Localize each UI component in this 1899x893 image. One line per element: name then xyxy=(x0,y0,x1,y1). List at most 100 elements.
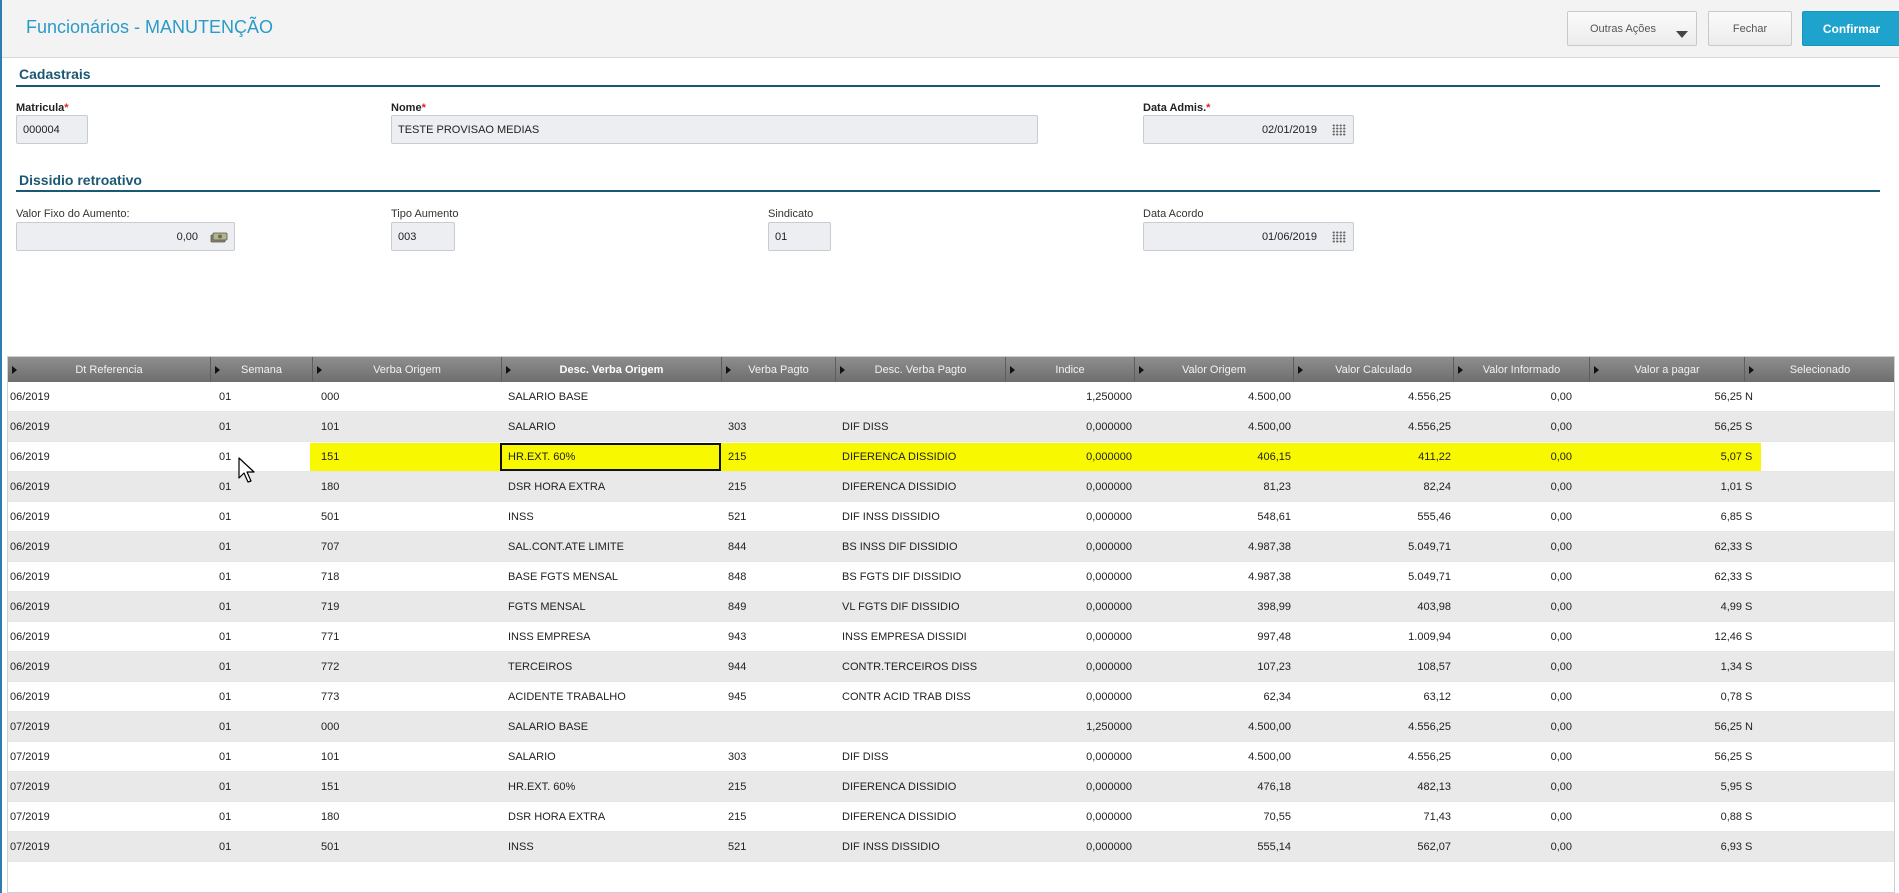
table-cell[interactable]: 101 xyxy=(321,412,502,442)
calendar-icon[interactable] xyxy=(1332,124,1346,136)
table-cell[interactable]: 01 xyxy=(219,442,313,472)
table-cell[interactable]: 0,00 xyxy=(1454,412,1572,442)
table-cell[interactable]: INSS xyxy=(508,502,722,532)
table-cell[interactable]: 0,000000 xyxy=(1006,412,1132,442)
table-cell[interactable]: 945 xyxy=(728,682,836,712)
column-sort-arrow-icon[interactable] xyxy=(215,366,220,374)
table-cell[interactable]: 4.500,00 xyxy=(1135,712,1291,742)
table-row[interactable]: 06/2019 01 707 SAL.CONT.ATE LIMITE 844 BS INS… xyxy=(8,532,1894,562)
table-cell[interactable]: 303 xyxy=(728,412,836,442)
table-cell[interactable]: 849 xyxy=(728,592,836,622)
table-cell[interactable]: 4.987,38 xyxy=(1135,532,1291,562)
table-cell[interactable]: 01 xyxy=(219,382,313,412)
table-cell[interactable]: 07/2019 xyxy=(10,712,211,742)
table-cell[interactable]: SALARIO xyxy=(508,412,722,442)
table-cell[interactable]: 0,000000 xyxy=(1006,592,1132,622)
column-header[interactable]: Dt Referencia xyxy=(8,357,211,382)
table-cell[interactable]: SALARIO xyxy=(508,742,722,772)
table-cell[interactable]: 06/2019 xyxy=(10,412,211,442)
table-cell[interactable]: S xyxy=(1745,472,1805,502)
tipo-aumento-field[interactable]: 003 xyxy=(391,222,455,251)
table-cell[interactable] xyxy=(728,712,836,742)
table-cell[interactable]: BS FGTS DIF DISSIDIO xyxy=(842,562,1006,592)
table-cell[interactable]: 0,000000 xyxy=(1006,532,1132,562)
table-cell[interactable]: 000 xyxy=(321,712,502,742)
table-cell[interactable]: 5,95 xyxy=(1590,772,1742,802)
table-cell[interactable]: 71,43 xyxy=(1294,802,1451,832)
table-cell[interactable]: S xyxy=(1745,532,1805,562)
table-cell[interactable]: 521 xyxy=(728,502,836,532)
confirmar-button[interactable]: Confirmar xyxy=(1802,11,1899,46)
table-cell[interactable]: S xyxy=(1745,742,1805,772)
table-cell[interactable]: DSR HORA EXTRA xyxy=(508,472,722,502)
table-cell[interactable]: 01 xyxy=(219,652,313,682)
table-cell[interactable]: 12,46 xyxy=(1590,622,1742,652)
table-cell[interactable]: 01 xyxy=(219,472,313,502)
table-cell[interactable]: 0,000000 xyxy=(1006,502,1132,532)
table-cell[interactable] xyxy=(728,382,836,412)
table-cell[interactable]: S xyxy=(1745,652,1805,682)
table-cell[interactable]: VL FGTS DIF DISSIDIO xyxy=(842,592,1006,622)
table-cell[interactable]: DIFERENCA DISSIDIO xyxy=(842,772,1006,802)
table-cell[interactable] xyxy=(842,712,1006,742)
table-cell[interactable]: 0,78 xyxy=(1590,682,1742,712)
table-cell[interactable]: 562,07 xyxy=(1294,832,1451,862)
table-cell[interactable]: 772 xyxy=(321,652,502,682)
table-cell[interactable]: 0,000000 xyxy=(1006,472,1132,502)
table-cell[interactable]: S xyxy=(1745,622,1805,652)
table-cell[interactable]: 303 xyxy=(728,742,836,772)
table-cell[interactable]: 844 xyxy=(728,532,836,562)
table-cell[interactable]: 07/2019 xyxy=(10,802,211,832)
table-cell[interactable]: 0,88 xyxy=(1590,802,1742,832)
table-cell[interactable]: 0,00 xyxy=(1454,442,1572,472)
table-cell[interactable]: S xyxy=(1745,832,1805,862)
table-row[interactable]: 06/2019 01 719 FGTS MENSAL 849 VL FGTS DIF DI… xyxy=(8,592,1894,622)
table-cell[interactable]: S xyxy=(1745,502,1805,532)
table-cell[interactable]: 4.556,25 xyxy=(1294,382,1451,412)
table-cell[interactable]: 56,25 xyxy=(1590,742,1742,772)
table-row[interactable]: 07/2019 01 101 SALARIO 303 DIF DISS 0,000000 4.… xyxy=(8,742,1894,772)
column-sort-arrow-icon[interactable] xyxy=(12,366,17,374)
table-cell[interactable]: 4.556,25 xyxy=(1294,412,1451,442)
table-cell[interactable]: 1,01 xyxy=(1590,472,1742,502)
table-cell[interactable]: S xyxy=(1745,682,1805,712)
table-cell[interactable]: 0,000000 xyxy=(1006,442,1132,472)
column-sort-arrow-icon[interactable] xyxy=(1594,366,1599,374)
table-cell[interactable]: ACIDENTE TRABALHO xyxy=(508,682,722,712)
table-cell[interactable]: N xyxy=(1745,382,1805,412)
table-cell[interactable]: 4.556,25 xyxy=(1294,712,1451,742)
table-cell[interactable]: 719 xyxy=(321,592,502,622)
table-cell[interactable]: 107,23 xyxy=(1135,652,1291,682)
column-header[interactable]: Valor Calculado xyxy=(1294,357,1454,382)
table-cell[interactable]: 56,25 xyxy=(1590,382,1742,412)
table-cell[interactable]: 06/2019 xyxy=(10,682,211,712)
table-cell[interactable]: S xyxy=(1745,772,1805,802)
table-cell[interactable]: 0,000000 xyxy=(1006,802,1132,832)
table-cell[interactable]: 81,23 xyxy=(1135,472,1291,502)
table-row[interactable]: 07/2019 01 501 INSS 521 DIF INSS DISSIDIO 0,00… xyxy=(8,832,1894,862)
table-cell[interactable]: 5,07 xyxy=(1590,442,1742,472)
table-cell[interactable]: 476,18 xyxy=(1135,772,1291,802)
table-cell[interactable]: 215 xyxy=(728,772,836,802)
table-cell[interactable]: DIFERENCA DISSIDIO xyxy=(842,802,1006,832)
table-cell[interactable]: 773 xyxy=(321,682,502,712)
outras-acoes-button[interactable]: Outras Ações xyxy=(1567,11,1697,46)
table-cell[interactable]: 06/2019 xyxy=(10,472,211,502)
table-cell[interactable]: 1,250000 xyxy=(1006,382,1132,412)
column-sort-arrow-icon[interactable] xyxy=(1010,366,1015,374)
table-cell[interactable]: 0,00 xyxy=(1454,382,1572,412)
table-row[interactable]: 06/2019 01 773 ACIDENTE TRABALHO 945 CONTR AC… xyxy=(8,682,1894,712)
table-cell[interactable]: 1.009,94 xyxy=(1294,622,1451,652)
table-cell[interactable]: 180 xyxy=(321,802,502,832)
valor-fixo-field[interactable]: 0,00 xyxy=(16,222,235,251)
column-sort-arrow-icon[interactable] xyxy=(1139,366,1144,374)
table-cell[interactable]: DSR HORA EXTRA xyxy=(508,802,722,832)
table-cell[interactable]: DIF DISS xyxy=(842,742,1006,772)
table-row[interactable]: 07/2019 01 151 HR.EXT. 60% 215 DIFERENCA DISS… xyxy=(8,772,1894,802)
table-cell[interactable]: 0,00 xyxy=(1454,652,1572,682)
table-cell[interactable]: 0,00 xyxy=(1454,802,1572,832)
column-header[interactable]: Valor a pagar xyxy=(1590,357,1745,382)
table-cell[interactable]: 4.987,38 xyxy=(1135,562,1291,592)
table-cell[interactable]: 6,85 xyxy=(1590,502,1742,532)
table-cell[interactable]: 707 xyxy=(321,532,502,562)
